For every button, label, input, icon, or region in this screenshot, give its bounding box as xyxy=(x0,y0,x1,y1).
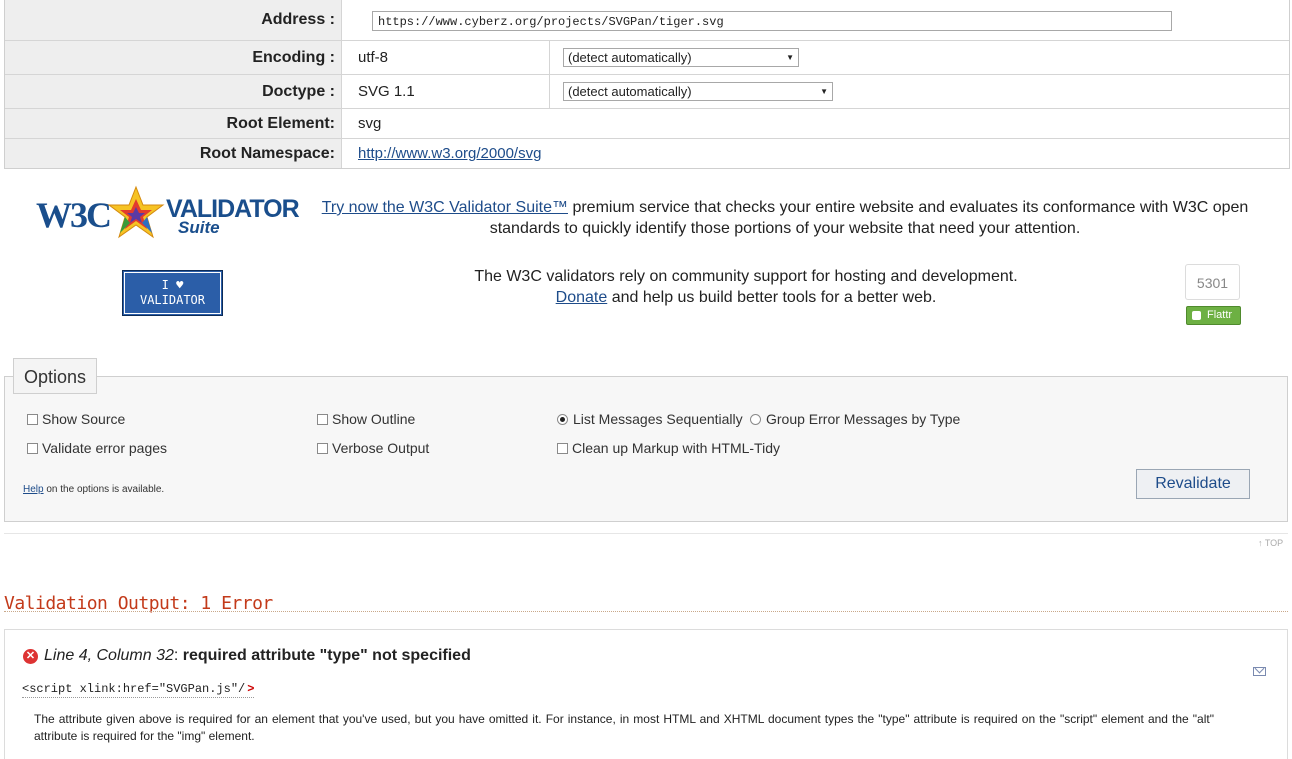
validator-suite-logo[interactable]: W3C VALIDATOR Suite xyxy=(36,185,300,245)
chevron-down-icon: ▼ xyxy=(820,87,828,96)
help-link[interactable]: Help xyxy=(23,484,44,495)
back-to-top-link[interactable]: ↑ TOP xyxy=(1258,538,1283,548)
logo-w3c-text: W3C xyxy=(36,195,112,235)
encoding-select[interactable]: (detect automatically) ▼ xyxy=(563,48,799,67)
list-sequential-radio[interactable] xyxy=(557,413,568,425)
encoding-value: utf-8 xyxy=(358,49,389,66)
doctype-select-value: (detect automatically) xyxy=(568,84,692,99)
suite-promo-description: premium service that checks your entire … xyxy=(489,199,1249,237)
error-separator: : xyxy=(173,647,183,664)
encoding-label: Encoding : xyxy=(5,41,342,74)
group-by-type-label: Group Error Messages by Type xyxy=(766,411,961,427)
root-namespace-link[interactable]: http://www.w3.org/2000/svg xyxy=(358,145,541,162)
document-info-table: Address : https://www.cyberz.org/project… xyxy=(4,0,1290,169)
donate-text: and help us build better tools for a bet… xyxy=(607,289,937,306)
verbose-output-checkbox[interactable] xyxy=(317,442,328,454)
logo-suite-text: Suite xyxy=(178,218,220,237)
section-divider xyxy=(4,533,1288,534)
i-love-validator-badge[interactable]: I ♥ VALIDATOR xyxy=(122,270,223,316)
flattr-button[interactable]: Flattr xyxy=(1186,306,1241,325)
chevron-down-icon: ▼ xyxy=(786,53,794,62)
title-underline xyxy=(4,611,1288,612)
show-source-label: Show Source xyxy=(42,411,126,427)
encoding-row: Encoding : utf-8 (detect automatically) … xyxy=(5,40,1289,74)
suite-promo-text: Try now the W3C Validator Suite™ premium… xyxy=(320,197,1250,239)
doctype-select[interactable]: (detect automatically) ▼ xyxy=(563,82,833,101)
support-sentence: The W3C validators rely on community sup… xyxy=(474,268,1018,285)
show-outline-checkbox[interactable] xyxy=(317,413,328,425)
doctype-row: Doctype : SVG 1.1 (detect automatically)… xyxy=(5,74,1289,108)
root-namespace-row: Root Namespace: http://www.w3.org/2000/s… xyxy=(5,138,1289,168)
cleanup-tidy-label: Clean up Markup with HTML-Tidy xyxy=(572,440,780,456)
support-text: The W3C validators rely on community sup… xyxy=(420,266,1072,308)
options-legend[interactable]: Options xyxy=(13,358,98,394)
help-note: Help on the options is available. xyxy=(23,484,164,495)
error-explanation: The attribute given above is required fo… xyxy=(34,712,1214,743)
error-code-text: <script xlink:href="SVGPan.js"/ xyxy=(22,682,246,696)
group-by-type-option[interactable]: Group Error Messages by Type xyxy=(750,411,960,427)
star-logo-icon xyxy=(107,185,165,239)
verbose-output-option[interactable]: Verbose Output xyxy=(317,440,429,456)
encoding-select-value: (detect automatically) xyxy=(568,50,692,65)
revalidate-button[interactable]: Revalidate xyxy=(1136,469,1250,499)
list-sequential-label: List Messages Sequentially xyxy=(573,411,743,427)
address-input[interactable]: https://www.cyberz.org/projects/SVGPan/t… xyxy=(372,11,1172,31)
validate-error-pages-label: Validate error pages xyxy=(42,440,168,456)
badge-line-2: VALIDATOR xyxy=(139,293,206,307)
root-element-label: Root Element: xyxy=(5,109,342,138)
feedback-mail-icon[interactable] xyxy=(1253,667,1266,676)
error-message: required attribute "type" not specified xyxy=(182,647,471,664)
suite-promo-link[interactable]: Try now the W3C Validator Suite™ xyxy=(322,199,568,216)
donate-link[interactable]: Donate xyxy=(556,289,608,306)
group-by-type-radio[interactable] xyxy=(750,413,761,425)
flattr-count: 5301 xyxy=(1185,264,1240,300)
root-namespace-label: Root Namespace: xyxy=(5,139,342,168)
verbose-output-label: Verbose Output xyxy=(332,440,430,456)
error-source-code: <script xlink:href="SVGPan.js"/> xyxy=(22,682,255,698)
error-code-marker: > xyxy=(247,682,255,696)
flattr-icon xyxy=(1192,311,1201,320)
show-source-checkbox[interactable] xyxy=(27,413,38,425)
help-text: on the options is available. xyxy=(43,484,165,495)
error-location: Line 4, Column 32 xyxy=(44,647,174,664)
validate-error-pages-option[interactable]: Validate error pages xyxy=(27,440,167,456)
cleanup-tidy-checkbox[interactable] xyxy=(557,442,568,454)
list-sequential-option[interactable]: List Messages Sequentially xyxy=(557,411,743,427)
error-heading: Line 4, Column 32: required attribute "t… xyxy=(44,647,471,665)
flattr-label: Flattr xyxy=(1207,309,1233,321)
show-outline-label: Show Outline xyxy=(332,411,416,427)
root-element-value: svg xyxy=(358,115,382,132)
error-icon: ✕ xyxy=(23,649,38,664)
root-element-row: Root Element: svg xyxy=(5,108,1289,138)
validate-error-pages-checkbox[interactable] xyxy=(27,442,38,454)
cleanup-tidy-option[interactable]: Clean up Markup with HTML-Tidy xyxy=(557,440,780,456)
show-outline-option[interactable]: Show Outline xyxy=(317,411,415,427)
doctype-label: Doctype : xyxy=(5,75,342,108)
show-source-option[interactable]: Show Source xyxy=(27,411,125,427)
doctype-value: SVG 1.1 xyxy=(358,83,415,100)
address-label: Address : xyxy=(5,0,342,40)
badge-line-1: I ♥ xyxy=(161,278,184,292)
address-row: Address : https://www.cyberz.org/project… xyxy=(5,0,1289,40)
